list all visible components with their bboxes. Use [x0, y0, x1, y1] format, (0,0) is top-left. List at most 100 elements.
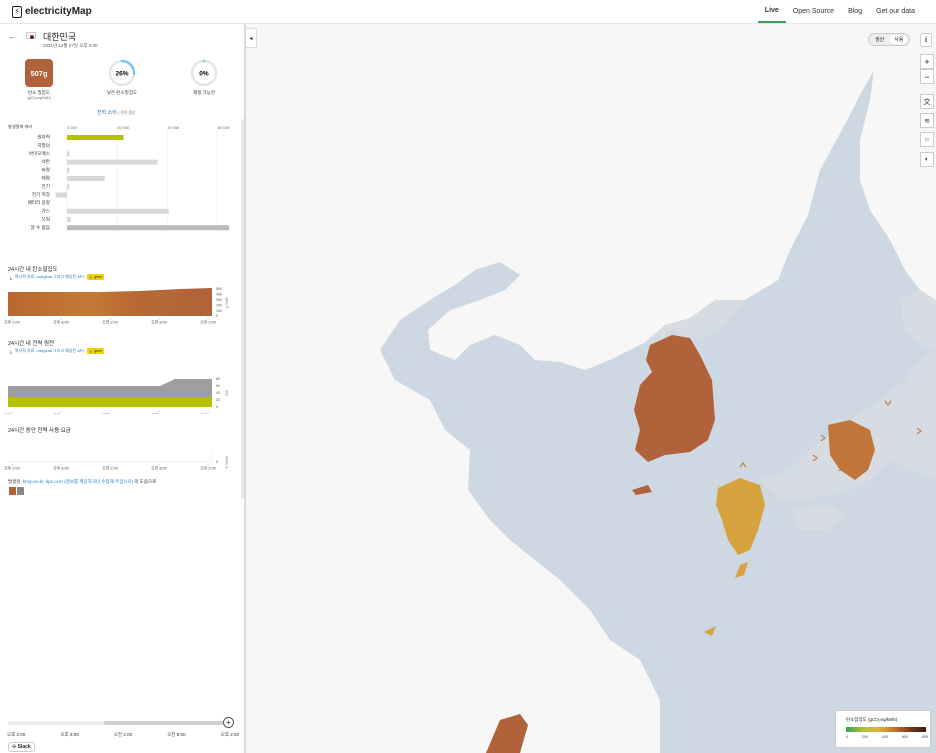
zoom-in-button[interactable]: + [920, 54, 934, 69]
time-slider[interactable] [8, 721, 232, 725]
breakdown-bar [67, 151, 70, 157]
breakdown-source-label: 바람 [42, 166, 51, 173]
slack-icon: ✣ [12, 744, 17, 750]
power-chart-badge-label: gene [94, 349, 103, 353]
top-navbar: ⚡ electricityMap Live Open Source Blog G… [0, 0, 936, 24]
y-tick-label: 60 [216, 384, 220, 388]
y-tick-label: 0 [216, 314, 218, 318]
breakdown-source-label: 지열의 [37, 142, 50, 149]
sources-line: 발생원: khnp.co.kr, kpx.or.kr (정보를 제공하거나 수정… [8, 479, 156, 485]
lock-icon: 🔒 [88, 275, 94, 279]
y-tick-label: 200 [216, 303, 222, 307]
download-icon[interactable]: ⤓ [10, 349, 12, 354]
carbon-chart-badge[interactable]: 🔒 gene [86, 274, 105, 280]
breakdown-bar [67, 167, 70, 173]
slack-label: Slack [17, 744, 31, 750]
y-axis-unit: € / MWh [225, 456, 229, 469]
contributor-avatar[interactable] [9, 487, 16, 495]
sun-icon[interactable]: ☼ [920, 132, 934, 147]
breakdown-axis-tick: 40 GW [167, 126, 179, 130]
breakdown-source-label: 알 수 없음 [31, 224, 50, 231]
contributor-avatar[interactable] [17, 487, 24, 495]
sources-links[interactable]: khnp.co.kr, kpx.or.kr (정보를 제공하거나 수정해 주십시… [23, 479, 133, 484]
x-tick-label: 오전 2:00 [102, 466, 117, 471]
breakdown-source-label: 전기 저장 [32, 191, 51, 198]
price-chart[interactable]: 0 € / MWh 오후 2:00 오후 8:00 오전 2:00 오전 8:00 오후 2… [0, 434, 245, 470]
mode-toggle-link[interactable]: 전력 소비 | 전력 생산 [97, 109, 135, 116]
panel-scrollbar[interactable] [241, 119, 244, 499]
carbon-intensity-value: 507 [30, 68, 43, 78]
low-carbon-gauge[interactable]: 26% [107, 58, 137, 88]
chevron-left-icon[interactable]: ◂ [246, 28, 257, 48]
power-chart-title: 24시간 내 전력 원천 [8, 341, 55, 347]
main-nav: Live Open Source Blog Get our data [757, 0, 922, 23]
translate-icon[interactable]: 文 [920, 94, 934, 109]
breakdown-bar [67, 225, 229, 231]
x-tick-label: 오후 8:00 [53, 413, 68, 415]
y-axis-unit: g / kWh [225, 297, 229, 309]
y-tick-label: 20 [216, 398, 220, 402]
nav-link-open-source[interactable]: Open Source [786, 0, 841, 23]
timeline-label: 오후 8:00 [60, 732, 79, 737]
carbon-intensity-chart[interactable]: 500 400300200 1000 g / kWh 오후 2:00 오후 8:00 오전 … [0, 286, 245, 332]
x-tick-label: 오후 2:00 [4, 413, 19, 415]
zone-datetime: 2021년 12월 27일 오후 2:00 [43, 43, 98, 48]
legend-gradient [846, 727, 926, 732]
legend-ticks: 0 200 400 600 800 [846, 735, 928, 739]
breakdown-source-label: 오일 [42, 216, 50, 222]
info-icon[interactable]: i [920, 33, 932, 47]
plus-icon[interactable]: + [223, 717, 234, 728]
legend-title: 탄소집약도 (gCO₂eq/kWh) [846, 717, 898, 722]
carbon-chart-badge-label: gene [94, 275, 103, 279]
download-icon[interactable]: ⤓ [10, 275, 12, 280]
y-tick-label: 500 [216, 287, 222, 291]
legend-tick: 600 [901, 735, 909, 739]
power-chart-badge[interactable]: 🔒 gene [86, 348, 105, 354]
breakdown-source-label: 배터리 용량 [28, 199, 51, 206]
low-carbon-value: 26% [115, 71, 128, 78]
power-chart-source-link[interactable]: 역사적 자료, marginal 그리고 예상된 API [15, 348, 84, 354]
nav-link-blog[interactable]: Blog [841, 0, 869, 23]
carbon-intensity-box[interactable]: 507 g [25, 59, 53, 87]
y-axis-unit: GW [225, 389, 229, 396]
breakdown-bar [67, 159, 158, 165]
breakdown-axis-tick: 20 GW [117, 126, 129, 130]
brand-logo[interactable]: ⚡ electricityMap [12, 5, 92, 18]
breakdown-bar [55, 192, 67, 198]
korea-flag-icon [26, 32, 36, 39]
carbon-chart-source: ⤓ 역사적 자료, marginal 그리고 예상된 API 🔒 gene [10, 274, 105, 280]
wind-icon[interactable]: ≋ [920, 113, 934, 128]
breakdown-source-label: 바이오매스 [29, 150, 50, 157]
carbon-legend: 탄소집약도 (gCO₂eq/kWh) 0 200 400 600 800 [835, 710, 931, 748]
carbon-intensity-area [8, 288, 212, 316]
nav-link-live[interactable]: Live [757, 0, 786, 23]
mode-production[interactable]: | 전력 생산 [118, 111, 135, 115]
x-tick-label: 오전 8:00 [151, 413, 166, 415]
carbon-intensity-sublabel: (gCO₂eq/kWh) [27, 96, 51, 100]
mode-switch: 생산 사용 [868, 33, 911, 46]
zone-name: 대한민국 [43, 32, 77, 42]
carbon-chart-source-link[interactable]: 역사적 자료, marginal 그리고 예상된 API [15, 274, 84, 280]
slack-button[interactable]: ✣ Slack [8, 742, 35, 752]
timeline-labels: 오후 2:00 오후 8:00 오전 2:00 오전 8:00 오후 2:00 [7, 732, 239, 738]
brand-name: electricityMap [25, 6, 92, 17]
timeline-label: 오전 2:00 [113, 732, 133, 737]
x-tick-label: 오후 8:00 [53, 466, 68, 471]
breakdown-source-label: 가스 [42, 207, 50, 214]
mode-switch-consumption[interactable]: 사용 [890, 35, 908, 44]
x-tick-label: 오전 2:00 [102, 413, 117, 415]
contributor-avatars [9, 487, 24, 495]
arrow-left-icon[interactable]: ← [8, 31, 17, 41]
mode-consumption[interactable]: 전력 소비 [97, 110, 117, 116]
mode-switch-production[interactable]: 생산 [871, 35, 888, 44]
x-tick-label: 오후 8:00 [53, 320, 68, 325]
power-chart-source: ⤓ 역사적 자료, marginal 그리고 예상된 API 🔒 gene [10, 348, 105, 354]
y-tick-label: 80 [216, 377, 220, 381]
power-origin-chart[interactable]: 80 60 40 20 0 GW 오후 2:00 오후 8:00 오전 2:00 오전 8:00 오… [0, 362, 245, 414]
time-slider-range[interactable] [104, 721, 232, 725]
dark-mode-icon[interactable]: ◐ [920, 152, 934, 167]
renewable-gauge[interactable]: 0% [189, 58, 219, 88]
zoom-out-button[interactable]: − [920, 69, 934, 84]
breakdown-source-label: 태양 [42, 175, 51, 182]
nav-link-get-data[interactable]: Get our data [869, 0, 922, 23]
